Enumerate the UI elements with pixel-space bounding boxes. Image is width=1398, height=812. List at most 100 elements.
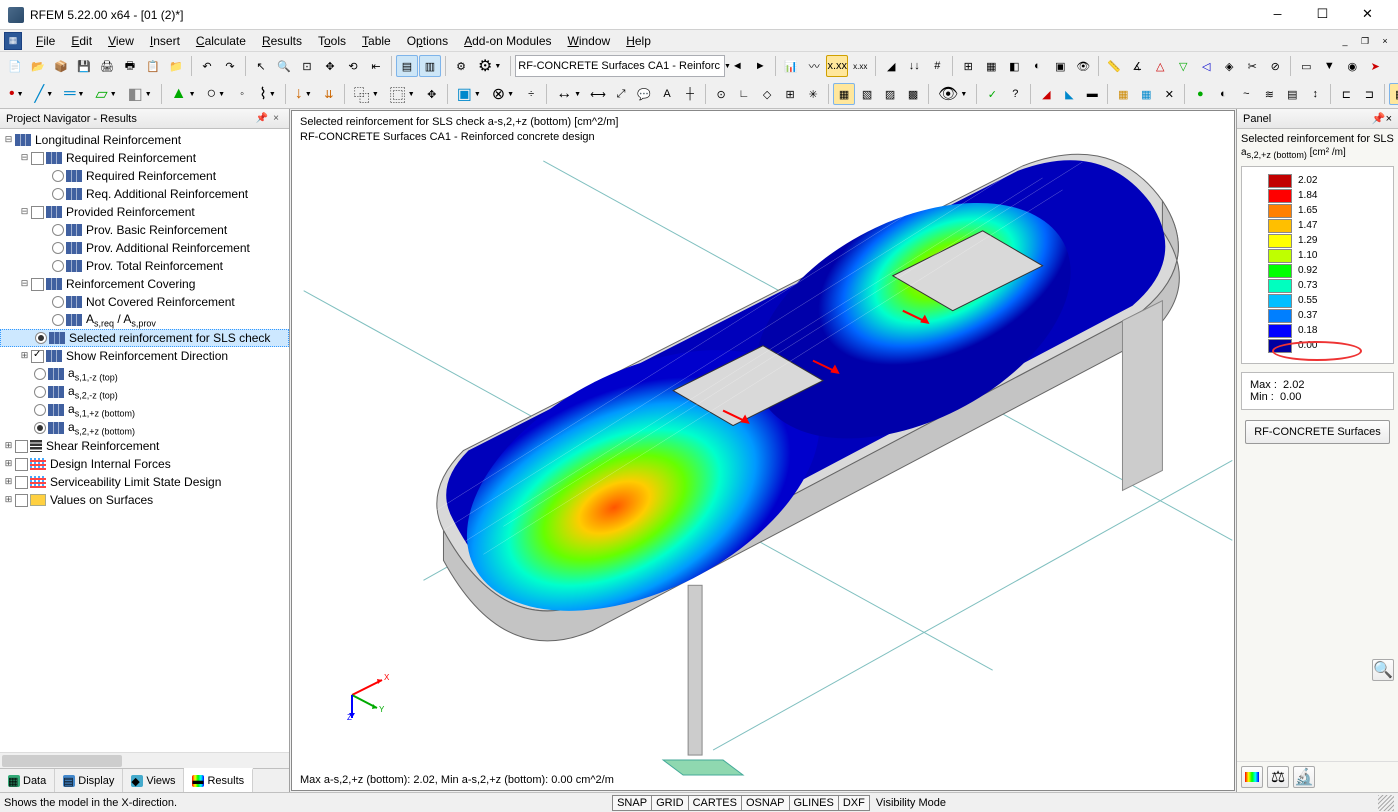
status-visibility-mode[interactable]: Visibility Mode [870, 797, 952, 809]
nav-tab-display[interactable]: ▤Display [55, 769, 123, 792]
status-osnap[interactable]: OSNAP [741, 795, 790, 811]
surfaces-icon[interactable]: ▦ [980, 55, 1002, 77]
panel-toggle-icon[interactable]: ▥ [419, 55, 441, 77]
check-icon[interactable]: ✓ [981, 83, 1003, 105]
iso2-icon[interactable]: ▦ [1135, 83, 1157, 105]
render1-icon[interactable]: ▦ [833, 83, 855, 105]
tree-provided-2[interactable]: Prov. Additional Reinforcement [0, 239, 289, 257]
text-icon[interactable]: A [656, 83, 678, 105]
result3-icon[interactable]: ▬ [1081, 83, 1103, 105]
support-drop[interactable]: ▲▼ [166, 83, 201, 105]
color2-icon[interactable]: ◐ [1212, 83, 1234, 105]
copy-drop[interactable]: ⿻▼ [349, 83, 384, 105]
tree-as-3[interactable]: as,1,+z (bottom) [0, 401, 289, 419]
line-drop[interactable]: ╱▼ [30, 83, 59, 105]
nav-tab-views[interactable]: ◆Views [123, 769, 184, 792]
snap-icon[interactable]: ⊙ [710, 83, 732, 105]
axis-y-icon[interactable]: ▽ [1172, 55, 1194, 77]
smooth-icon[interactable]: ~ [1235, 83, 1257, 105]
tree-sls[interactable]: Selected reinforcement for SLS check [0, 329, 289, 347]
iso1-icon[interactable]: ▦ [1112, 83, 1134, 105]
minimize-button[interactable]: — [1255, 0, 1300, 29]
range-icon[interactable]: ↕ [1304, 83, 1326, 105]
extremes-icon[interactable]: x.xx [849, 55, 871, 77]
tree-required-1[interactable]: Required Reinforcement [0, 167, 289, 185]
display-icon[interactable]: 👁 [1072, 55, 1094, 77]
select-icon[interactable]: ▭ [1295, 55, 1317, 77]
panel-zoom-icon[interactable]: 🔍 [1372, 659, 1394, 681]
deform-icon[interactable]: 〰 [803, 55, 825, 77]
viewport[interactable]: Selected reinforcement for SLS check a-s… [291, 110, 1235, 791]
members-res2-icon[interactable]: ⊐ [1358, 83, 1380, 105]
menu-edit[interactable]: Edit [63, 31, 100, 51]
status-snap[interactable]: SNAP [612, 795, 652, 811]
rendering-icon[interactable]: ◧ [1003, 55, 1025, 77]
mirror-drop[interactable]: ⿴▼ [385, 83, 420, 105]
tree-provided-1[interactable]: Prov. Basic Reinforcement [0, 221, 289, 239]
navigator-toggle-icon[interactable]: ▤ [396, 55, 418, 77]
mdi-minimize[interactable]: _ [1336, 33, 1354, 49]
tree-slsd[interactable]: ⊞Serviceability Limit State Design [0, 473, 289, 491]
tree-required[interactable]: ⊟Required Reinforcement [0, 149, 289, 167]
mdi-close[interactable]: × [1376, 33, 1394, 49]
menu-calculate[interactable]: Calculate [188, 31, 254, 51]
tree-as-1[interactable]: as,1,-z (top) [0, 365, 289, 383]
save-icon[interactable]: 💾 [73, 55, 95, 77]
tree-vos[interactable]: ⊞Values on Surfaces [0, 491, 289, 509]
menu-results[interactable]: Results [254, 31, 310, 51]
axis-z-icon[interactable]: ◁ [1195, 55, 1217, 77]
numbering-icon[interactable]: # [926, 55, 948, 77]
zoom-window-icon[interactable]: 🔍 [273, 55, 295, 77]
status-glines[interactable]: GLINES [789, 795, 839, 811]
values-icon[interactable]: x.xx [826, 55, 848, 77]
navigator-hscroll[interactable] [0, 752, 289, 768]
tree-covering-1[interactable]: Not Covered Reinforcement [0, 293, 289, 311]
mdi-restore[interactable]: ❐ [1356, 33, 1374, 49]
load-drop[interactable]: ↓▼ [290, 83, 317, 105]
surface-drop[interactable]: ▱▼ [90, 83, 121, 105]
tree-covering[interactable]: ⊟Reinforcement Covering [0, 275, 289, 293]
node-drop[interactable]: •▼ [4, 83, 29, 105]
menu-insert[interactable]: Insert [142, 31, 188, 51]
dim2-icon[interactable]: ⟷ [587, 83, 609, 105]
filter-icon[interactable]: ▼ [1318, 55, 1340, 77]
report-icon[interactable]: 📋 [142, 55, 164, 77]
loading-icon[interactable]: ↓↓ [903, 55, 925, 77]
menu-options[interactable]: Options [399, 31, 456, 51]
resize-grip[interactable] [1378, 795, 1394, 811]
status-dxf[interactable]: DXF [838, 795, 870, 811]
pan-icon[interactable]: ✥ [319, 55, 341, 77]
menu-help[interactable]: Help [618, 31, 659, 51]
show-results-icon[interactable]: 📊 [780, 55, 802, 77]
zoom-all-icon[interactable]: ⊡ [296, 55, 318, 77]
tree-dif[interactable]: ⊞Design Internal Forces [0, 455, 289, 473]
divide-icon[interactable]: ÷ [520, 83, 542, 105]
panel-tab-scale-icon[interactable]: ⚖ [1267, 766, 1289, 788]
pointer-icon[interactable]: ↖ [250, 55, 272, 77]
section-icon[interactable]: ⊘ [1264, 55, 1286, 77]
member-drop[interactable]: ═▼ [59, 83, 89, 105]
grid-icon[interactable]: ⊞ [957, 55, 979, 77]
coord-icon[interactable]: ∡ [1126, 55, 1148, 77]
guide-icon[interactable]: ┼ [679, 83, 701, 105]
status-grid[interactable]: GRID [651, 795, 689, 811]
extrude-drop[interactable]: ▣▼ [452, 83, 486, 105]
plaus-icon[interactable]: ? [1004, 83, 1026, 105]
color1-icon[interactable]: ● [1189, 83, 1211, 105]
save-all-icon[interactable]: 🖨 [96, 55, 118, 77]
close-button[interactable]: ✕ [1345, 0, 1390, 29]
open-model-icon[interactable]: 📦 [50, 55, 72, 77]
tree-as-4[interactable]: as,2,+z (bottom) [0, 419, 289, 437]
nav-tab-results[interactable]: ▬Results [184, 768, 253, 792]
render4-icon[interactable]: ▩ [902, 83, 924, 105]
panel-tab-legend-icon[interactable] [1241, 766, 1263, 788]
tree-required-2[interactable]: Req. Additional Reinforcement [0, 185, 289, 203]
grid-snap-icon[interactable]: ⊞ [779, 83, 801, 105]
previous-view-icon[interactable]: ⇤ [365, 55, 387, 77]
menu-addon[interactable]: Add-on Modules [456, 31, 559, 51]
render3-icon[interactable]: ▨ [879, 83, 901, 105]
measure-icon[interactable]: 📏 [1103, 55, 1125, 77]
object-snap-icon[interactable]: ◇ [756, 83, 778, 105]
calc-dropdown[interactable]: ⚙▼ [473, 55, 506, 77]
menu-file[interactable]: File [28, 31, 63, 51]
